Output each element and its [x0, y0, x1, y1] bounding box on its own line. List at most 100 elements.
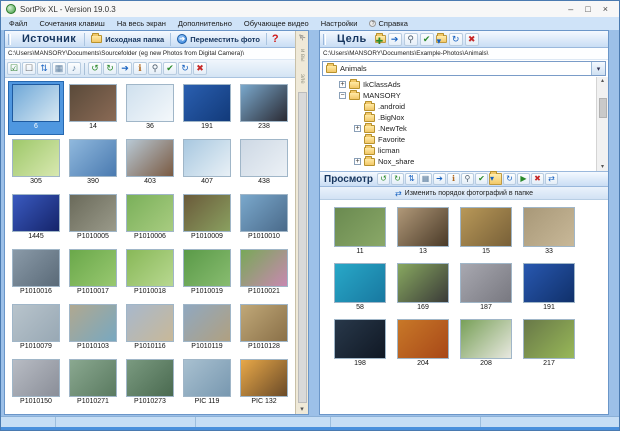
sort-icon[interactable]: ⇅ [37, 62, 51, 75]
menu-settings[interactable]: Настройки [315, 19, 364, 28]
thumbnail[interactable]: 191 [518, 260, 580, 315]
edit-check-icon[interactable]: ✔ [419, 32, 434, 46]
tree-item[interactable]: .BigNox [320, 111, 608, 123]
thumbnail[interactable]: P1010103 [65, 301, 121, 355]
thumbnail[interactable]: 58 [329, 260, 391, 315]
target-folder-icon[interactable]: ▾ [435, 33, 447, 46]
thumbnail[interactable]: P1010128 [236, 301, 292, 355]
thumbnail[interactable]: PIC 132 [236, 356, 292, 410]
thumbnail[interactable]: 187 [455, 260, 517, 315]
image-info-icon[interactable]: ℹ [133, 62, 147, 75]
tree-item[interactable]: licman [320, 144, 608, 156]
delete-icon[interactable]: ✖ [530, 173, 544, 185]
scroll-down-icon[interactable]: ▾ [300, 405, 304, 413]
slideshow-icon[interactable]: ▦ [418, 173, 432, 185]
thumbnail[interactable]: P1010016 [8, 246, 64, 300]
tree-scrollbar[interactable]: ▴ ▾ [596, 77, 608, 171]
thumbnail[interactable]: 36 [122, 81, 178, 135]
refresh-icon[interactable]: ↻ [448, 32, 463, 46]
source-scroll-strip[interactable]: ≪ и вы эле ▾ [295, 31, 308, 414]
close-button[interactable]: × [603, 4, 608, 14]
tree-expand-icon[interactable]: + [354, 158, 361, 165]
tree-item[interactable]: + IkClassAds [320, 78, 608, 90]
thumbnail[interactable]: P1010119 [179, 301, 235, 355]
thumbnail[interactable]: PIC 119 [179, 356, 235, 410]
move-right-icon[interactable]: ➔ [118, 62, 132, 75]
thumbnail[interactable]: P1010009 [179, 191, 235, 245]
menu-fullscreen[interactable]: На весь экран [111, 19, 172, 28]
minimize-button[interactable]: – [568, 4, 573, 14]
toolbar-divider[interactable] [84, 62, 85, 75]
audio-icon[interactable]: ♪ [67, 62, 81, 75]
move-photo-button[interactable]: ➔ Переместить фото [170, 32, 266, 46]
move-right-icon[interactable]: ➔ [432, 173, 446, 185]
rotate-right-icon[interactable]: ↻ [390, 173, 404, 185]
menu-help[interactable]: ? Справка [363, 19, 413, 28]
menu-shortcuts[interactable]: Сочетания клавиш [33, 19, 110, 28]
edit-check-icon[interactable]: ✔ [163, 62, 177, 75]
tree-expand-icon[interactable]: − [339, 92, 346, 99]
scrollbar-thumb[interactable] [297, 92, 307, 403]
thumbnail[interactable]: 14 [65, 81, 121, 135]
image-info-icon[interactable]: ℹ [446, 173, 460, 185]
sort-icon[interactable]: ⇅ [404, 173, 418, 185]
play-icon[interactable]: ▶ [516, 173, 530, 185]
tree-expand-icon[interactable]: + [339, 81, 346, 88]
tree-item[interactable]: + .NewTek [320, 122, 608, 134]
reorder-photos-button[interactable]: ⇄ Изменить порядок фотографий в папке [320, 187, 608, 200]
thumbnail[interactable]: 204 [392, 316, 454, 371]
thumbnail[interactable]: P1010150 [8, 356, 64, 410]
folder-combobox[interactable]: Animals ▾ [322, 61, 606, 76]
rotate-left-icon[interactable]: ↺ [88, 62, 102, 75]
thumbnail[interactable]: P1010017 [65, 246, 121, 300]
thumbnail[interactable]: 191 [179, 81, 235, 135]
thumbnail[interactable]: 169 [392, 260, 454, 315]
collapse-chevron-icon[interactable]: ≪ [297, 32, 308, 42]
thumbnail[interactable]: 238 [236, 81, 292, 135]
chevron-down-icon[interactable]: ▾ [591, 62, 605, 75]
thumbnail[interactable]: P1010021 [236, 246, 292, 300]
thumbnail[interactable]: 305 [8, 136, 64, 190]
reorder-icon[interactable]: ⇄ [544, 173, 558, 185]
tree-item[interactable]: .android [320, 100, 608, 112]
magnifier-icon[interactable]: ⚲ [148, 62, 162, 75]
new-folder-icon[interactable]: ✚ [374, 33, 386, 46]
thumbnail[interactable]: 217 [518, 316, 580, 371]
thumbnail[interactable]: P1010019 [179, 246, 235, 300]
thumbnail[interactable]: P1010273 [122, 356, 178, 410]
thumbnail[interactable]: P1010116 [122, 301, 178, 355]
deselect-all-icon[interactable]: ☐ [22, 62, 36, 75]
rotate-left-icon[interactable]: ↺ [376, 173, 390, 185]
thumbnail[interactable]: 15 [455, 204, 517, 259]
thumbnail[interactable]: P1010079 [8, 301, 64, 355]
edit-check-icon[interactable]: ✔ [474, 173, 488, 185]
refresh-icon[interactable]: ↻ [502, 173, 516, 185]
thumbnail[interactable]: 390 [65, 136, 121, 190]
thumbnail[interactable]: P1010018 [122, 246, 178, 300]
tree-expand-icon[interactable]: + [354, 125, 361, 132]
select-all-icon[interactable]: ☑ [7, 62, 21, 75]
rotate-right-icon[interactable]: ↻ [103, 62, 117, 75]
thumbnail[interactable]: P1010006 [122, 191, 178, 245]
thumbnail[interactable]: 1445 [8, 191, 64, 245]
menu-tutorial-video[interactable]: Обучающее видео [238, 19, 315, 28]
thumbnail[interactable]: P1010271 [65, 356, 121, 410]
thumbnail[interactable]: 11 [329, 204, 391, 259]
thumbnail[interactable]: 33 [518, 204, 580, 259]
tree-item[interactable]: Favorite [320, 133, 608, 145]
thumbnail[interactable]: P1010005 [65, 191, 121, 245]
thumbnail[interactable]: 208 [455, 316, 517, 371]
target-folder-icon[interactable]: ▾ [488, 171, 502, 185]
menu-file[interactable]: Файл [3, 19, 33, 28]
move-right-icon[interactable]: ➔ [387, 32, 402, 46]
thumbnail[interactable]: 438 [236, 136, 292, 190]
scroll-down-icon[interactable]: ▾ [601, 163, 604, 170]
delete-icon[interactable]: ✖ [464, 32, 479, 46]
maximize-button[interactable]: □ [585, 4, 590, 14]
menu-extras[interactable]: Дополнительно [172, 19, 238, 28]
thumbnail[interactable]: P1010010 [236, 191, 292, 245]
scroll-up-icon[interactable]: ▴ [601, 77, 604, 84]
thumbnail[interactable]: 6 [8, 81, 64, 135]
source-folder-button[interactable]: Исходная папка [84, 32, 170, 46]
thumbnail[interactable]: 198 [329, 316, 391, 371]
